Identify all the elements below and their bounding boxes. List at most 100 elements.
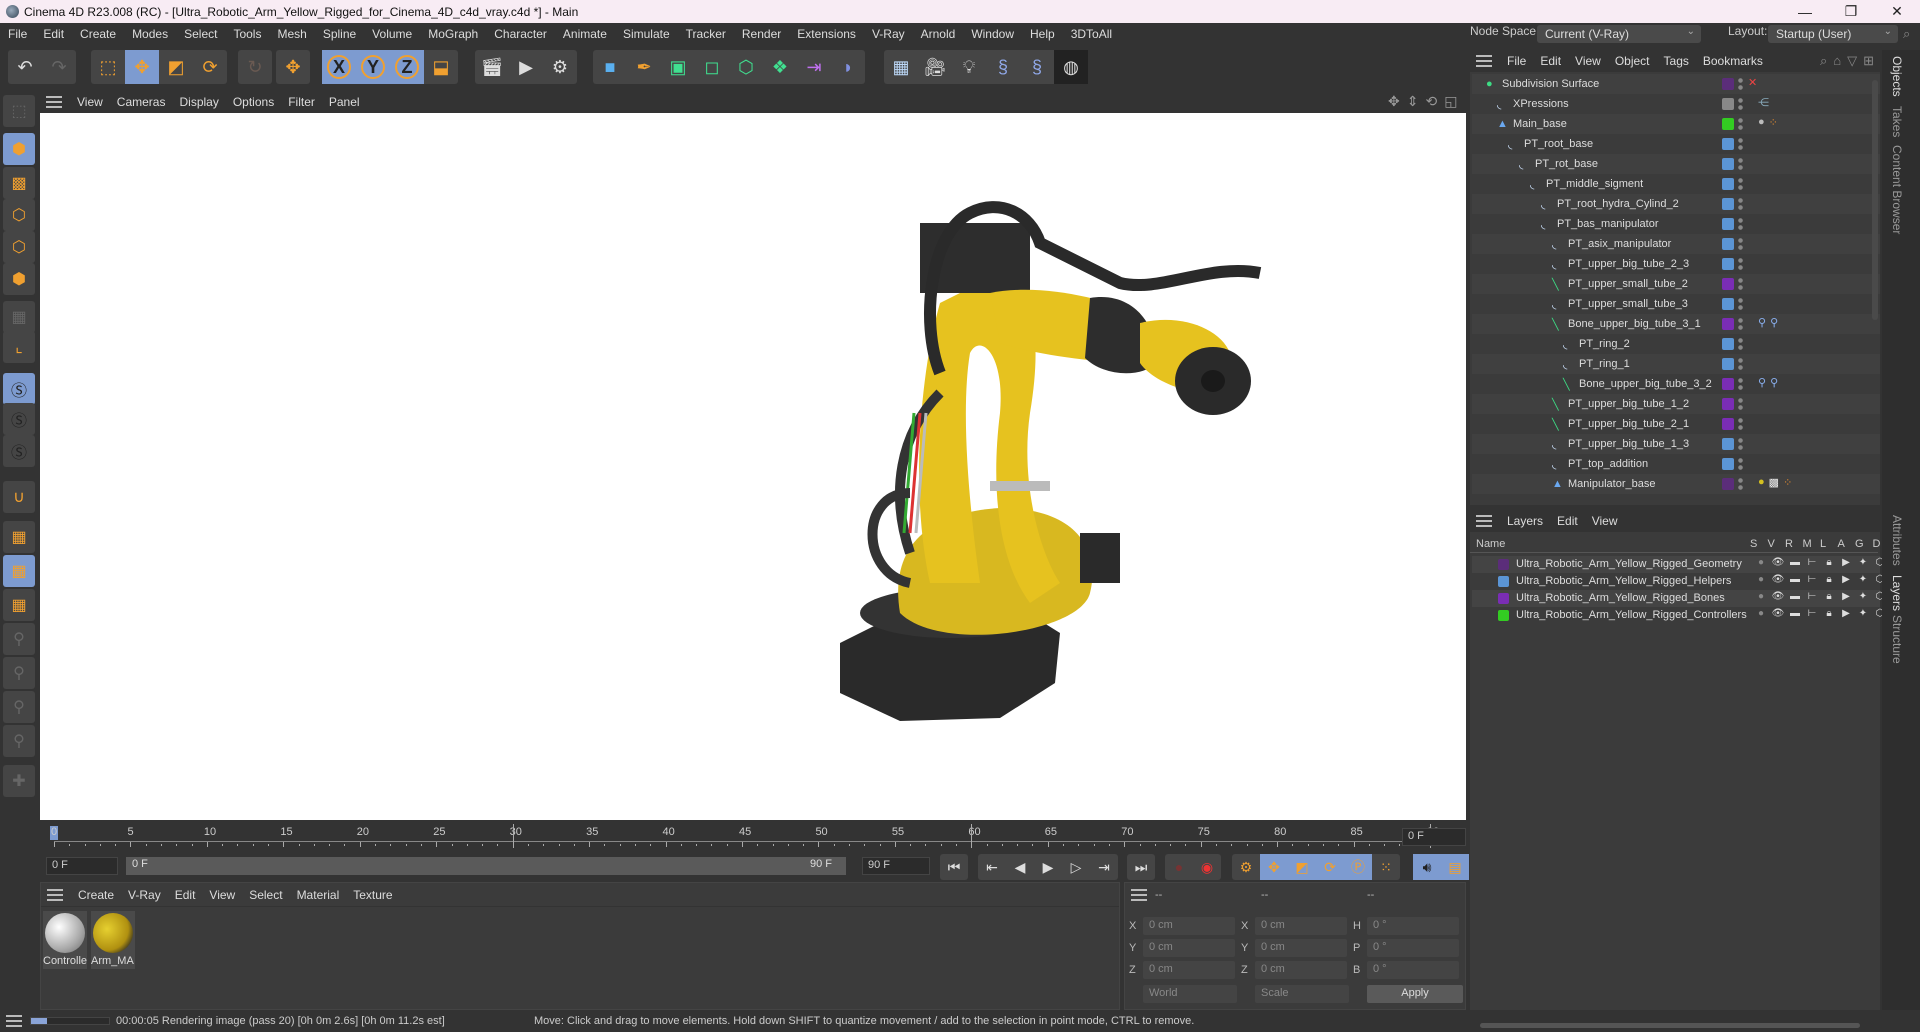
layer-visible-render-toggle[interactable]: ▬: [1788, 557, 1802, 568]
menu-mograph[interactable]: MoGraph: [420, 27, 486, 41]
go-to-end-icon[interactable]: ⏭: [1127, 854, 1155, 880]
frame-range-slider[interactable]: 0 F 90 F: [126, 857, 846, 875]
key-rotation-icon[interactable]: ⟳: [1316, 854, 1344, 880]
layer-manager-toggle[interactable]: ⊢: [1805, 574, 1819, 585]
layer-generators-toggle[interactable]: ✦: [1856, 557, 1870, 568]
symmetry-icon[interactable]: ⇥: [797, 50, 831, 84]
record-off-icon[interactable]: ●: [1165, 854, 1193, 880]
object-row[interactable]: ▲ Manipulator_base ● ▩ ⁘: [1472, 474, 1880, 494]
ik-tag-icon[interactable]: ⁘: [1783, 476, 1792, 489]
tab-attributes[interactable]: Attributes: [1890, 515, 1904, 566]
layer-generators-toggle[interactable]: ✦: [1856, 608, 1870, 619]
node-space-dropdown[interactable]: Current (V-Ray) ⌄: [1537, 25, 1701, 43]
menu-mesh[interactable]: Mesh: [269, 27, 314, 41]
scale-icon[interactable]: ◩: [159, 50, 193, 84]
light-icon[interactable]: 💡︎: [952, 50, 986, 84]
menu-arnold[interactable]: Arnold: [913, 27, 964, 41]
redo-icon[interactable]: ↷: [42, 50, 76, 84]
visibility-dots[interactable]: [1738, 397, 1743, 411]
object-row[interactable]: ◟ PT_upper_small_tube_3: [1472, 294, 1880, 314]
pin-target-icon[interactable]: ⚲: [3, 725, 35, 757]
tab-layers[interactable]: Layers: [1890, 575, 1904, 611]
layer-solo-toggle[interactable]: ●: [1754, 557, 1768, 568]
layer-color-swatch[interactable]: [1722, 98, 1734, 110]
material-menu-icon[interactable]: [47, 888, 63, 901]
uv-mode-icon[interactable]: ▦: [3, 301, 35, 333]
tab-takes[interactable]: Takes: [1890, 106, 1904, 137]
visibility-dots[interactable]: [1738, 477, 1743, 491]
layer-color-swatch[interactable]: [1722, 458, 1734, 470]
prev-frame-icon[interactable]: ◀: [1006, 854, 1034, 880]
sky-icon[interactable]: ◍: [1054, 50, 1088, 84]
layer-manager-toggle[interactable]: ⊢: [1805, 608, 1819, 619]
polygon-mode-icon[interactable]: ⬢: [3, 263, 35, 295]
layer-color-swatch[interactable]: [1722, 138, 1734, 150]
menu-window[interactable]: Window: [963, 27, 1022, 41]
coord-size-x-field[interactable]: 0 cm: [1255, 917, 1347, 935]
layer-color-swatch[interactable]: [1498, 610, 1509, 621]
axis-mode-icon[interactable]: ⌞: [3, 331, 35, 363]
menu-help[interactable]: Help: [1022, 27, 1063, 41]
apply-button[interactable]: Apply: [1367, 985, 1463, 1003]
om-menu-view[interactable]: View: [1568, 54, 1608, 68]
object-row[interactable]: ◟ XPressions ⋲: [1472, 94, 1880, 114]
viewport-menu-display[interactable]: Display: [172, 95, 225, 109]
visibility-dots[interactable]: [1738, 237, 1743, 251]
layer-row[interactable]: Ultra_Robotic_Arm_Yellow_Rigged_Geometry…: [1472, 556, 1884, 573]
material-controller[interactable]: Controlle: [43, 911, 87, 969]
menu-create[interactable]: Create: [72, 27, 124, 41]
om-menu-object[interactable]: Object: [1608, 54, 1657, 68]
om-menu-bookmarks[interactable]: Bookmarks: [1696, 54, 1770, 68]
layer-visible-editor-toggle[interactable]: 👁︎: [1771, 557, 1785, 568]
layer-color-swatch[interactable]: [1722, 218, 1734, 230]
next-key-icon[interactable]: ⇥: [1090, 854, 1118, 880]
material-tag-icon[interactable]: ●: [1758, 476, 1765, 489]
lm-menu-layers[interactable]: Layers: [1500, 514, 1550, 528]
lm-menu-edit[interactable]: Edit: [1550, 514, 1585, 528]
lm-menu-view[interactable]: View: [1585, 514, 1625, 528]
render-settings-icon[interactable]: ⚙: [543, 50, 577, 84]
layout-dropdown[interactable]: Startup (User) ⌄: [1768, 25, 1898, 43]
z-axis-icon[interactable]: Z: [390, 50, 424, 84]
solo-off-icon[interactable]: Ⓢ: [3, 373, 35, 405]
render-view-icon[interactable]: 🎬︎: [475, 50, 509, 84]
play-icon[interactable]: ▶: [1034, 854, 1062, 880]
layer-animation-toggle[interactable]: ▶: [1839, 591, 1853, 602]
key-pla-icon[interactable]: ⁙: [1372, 854, 1400, 880]
status-menu-icon[interactable]: [6, 1015, 22, 1027]
viewport-menu-panel[interactable]: Panel: [322, 95, 367, 109]
python-icon[interactable]: §: [986, 50, 1020, 84]
viewport-menu-icon[interactable]: [46, 95, 62, 108]
visibility-dots[interactable]: [1738, 257, 1743, 271]
menu-edit[interactable]: Edit: [35, 27, 72, 41]
deformer-icon[interactable]: ⬡: [729, 50, 763, 84]
object-row[interactable]: ◟ PT_root_hydra_Cylind_2: [1472, 194, 1880, 214]
object-row[interactable]: ╲ PT_upper_big_tube_2_1: [1472, 414, 1880, 434]
layer-color-swatch[interactable]: [1722, 378, 1734, 390]
coord-move-icon[interactable]: ✥: [276, 50, 310, 84]
object-row[interactable]: ◟ PT_upper_big_tube_2_3: [1472, 254, 1880, 274]
visibility-dots[interactable]: [1738, 177, 1743, 191]
texture-tag-icon[interactable]: ▩: [1769, 476, 1779, 489]
visibility-dots[interactable]: [1738, 417, 1743, 431]
layer-solo-toggle[interactable]: ●: [1754, 608, 1768, 619]
pan-icon[interactable]: ✥: [1388, 93, 1400, 110]
lm-menu-icon[interactable]: [1476, 515, 1492, 527]
x-axis-icon[interactable]: X: [322, 50, 356, 84]
extrude-icon[interactable]: ◻: [695, 50, 729, 84]
pin-tool-icon[interactable]: ⚲: [3, 623, 35, 655]
layer-row[interactable]: Ultra_Robotic_Arm_Yellow_Rigged_Bones ● 👁︎…: [1472, 590, 1884, 607]
material-menu-material[interactable]: Material: [290, 888, 347, 902]
timeline-film-icon[interactable]: ▤: [1441, 854, 1469, 880]
om-menu-tags[interactable]: Tags: [1657, 54, 1696, 68]
coord-mode-dropdown[interactable]: World: [1143, 985, 1237, 1003]
coord-pos-x-field[interactable]: 0 cm: [1143, 917, 1235, 935]
om-menu-edit[interactable]: Edit: [1533, 54, 1568, 68]
object-row[interactable]: ◟ PT_ring_2: [1472, 334, 1880, 354]
layer-visible-editor-toggle[interactable]: 👁︎: [1771, 608, 1785, 619]
visibility-dots[interactable]: [1738, 157, 1743, 171]
layer-locked-toggle[interactable]: 🔒︎: [1822, 574, 1836, 585]
viewport-menu-filter[interactable]: Filter: [281, 95, 322, 109]
tab-structure[interactable]: Structure: [1890, 615, 1904, 664]
keyframe-settings-icon[interactable]: ⚙: [1232, 854, 1260, 880]
